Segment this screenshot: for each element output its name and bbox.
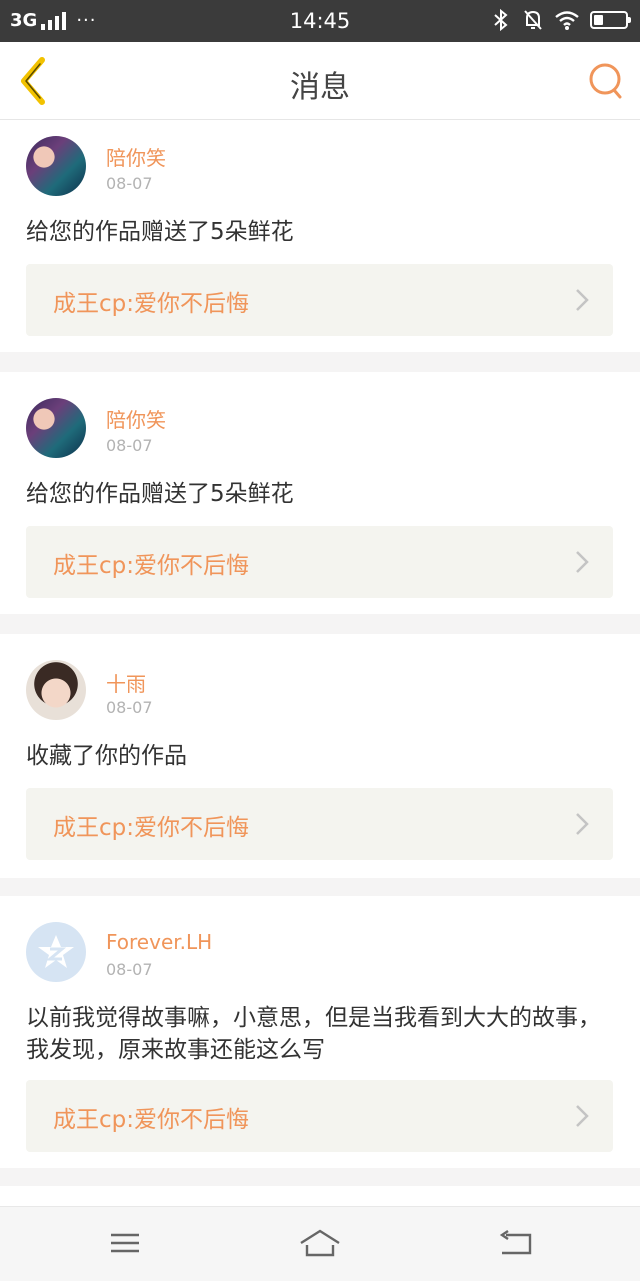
message-text: 给您的作品赠送了5朵鲜花 bbox=[26, 481, 294, 507]
work-title: 成王cp:爱你不后悔 bbox=[53, 815, 249, 841]
battery-level bbox=[594, 15, 603, 25]
default-avatar-icon bbox=[38, 935, 74, 968]
work-title: 成王cp:爱你不后悔 bbox=[53, 553, 249, 579]
work-title: 成王cp:爱你不后悔 bbox=[53, 291, 249, 317]
avatar[interactable] bbox=[26, 660, 86, 720]
message-date: 08-07 bbox=[106, 436, 153, 455]
wifi-icon bbox=[555, 11, 579, 30]
message-card: 十雨 08-07 收藏了你的作品 成王cp:爱你不后悔 bbox=[0, 634, 640, 878]
mute-icon bbox=[524, 10, 542, 30]
chevron-right-icon bbox=[576, 1105, 589, 1127]
message-date: 08-07 bbox=[106, 960, 153, 979]
battery-icon bbox=[590, 11, 631, 29]
page-title: 消息 bbox=[290, 70, 350, 105]
work-title: 成王cp:爱你不后悔 bbox=[53, 1107, 249, 1133]
message-text: 给您的作品赠送了5朵鲜花 bbox=[26, 219, 294, 245]
status-bar: 3G ··· 14:45 bbox=[0, 0, 640, 42]
avatar[interactable] bbox=[26, 398, 86, 458]
message-text: 收藏了你的作品 bbox=[26, 743, 187, 769]
work-link[interactable]: 成王cp:爱你不后悔 bbox=[26, 526, 613, 598]
username[interactable]: 陪你笑 bbox=[106, 142, 166, 171]
chevron-right-icon bbox=[576, 289, 589, 311]
work-link[interactable]: 成王cp:爱你不后悔 bbox=[26, 788, 613, 860]
chevron-right-icon bbox=[576, 551, 589, 573]
menu-icon[interactable] bbox=[105, 1225, 145, 1261]
bluetooth-icon bbox=[494, 8, 508, 32]
back-icon[interactable] bbox=[496, 1225, 536, 1261]
username[interactable]: 陪你笑 bbox=[106, 404, 166, 433]
message-card: Forever.LH 08-07 以前我觉得故事嘛，小意思，但是当我看到大大的故… bbox=[0, 896, 640, 1168]
work-link[interactable]: 成王cp:爱你不后悔 bbox=[26, 1080, 613, 1152]
search-icon[interactable] bbox=[586, 60, 626, 102]
message-text: 以前我觉得故事嘛，小意思，但是当我看到大大的故事，我发现，原来故事还能这么写 bbox=[26, 1005, 601, 1063]
avatar[interactable] bbox=[26, 136, 86, 196]
avatar[interactable] bbox=[26, 922, 86, 982]
message-card: 陪你笑 08-07 给您的作品赠送了5朵鲜花 成王cp:爱你不后悔 bbox=[0, 120, 640, 352]
username[interactable]: 十雨 bbox=[106, 668, 146, 697]
system-nav-bar bbox=[0, 1206, 640, 1281]
message-date: 08-07 bbox=[106, 174, 153, 193]
message-date: 08-07 bbox=[106, 698, 153, 717]
home-icon[interactable] bbox=[298, 1225, 342, 1261]
message-card bbox=[0, 1186, 640, 1206]
message-card: 陪你笑 08-07 给您的作品赠送了5朵鲜花 成王cp:爱你不后悔 bbox=[0, 372, 640, 614]
work-link[interactable]: 成王cp:爱你不后悔 bbox=[26, 264, 613, 336]
top-bar: 消息 bbox=[0, 42, 640, 120]
chevron-right-icon bbox=[576, 813, 589, 835]
username[interactable]: Forever.LH bbox=[106, 930, 212, 954]
